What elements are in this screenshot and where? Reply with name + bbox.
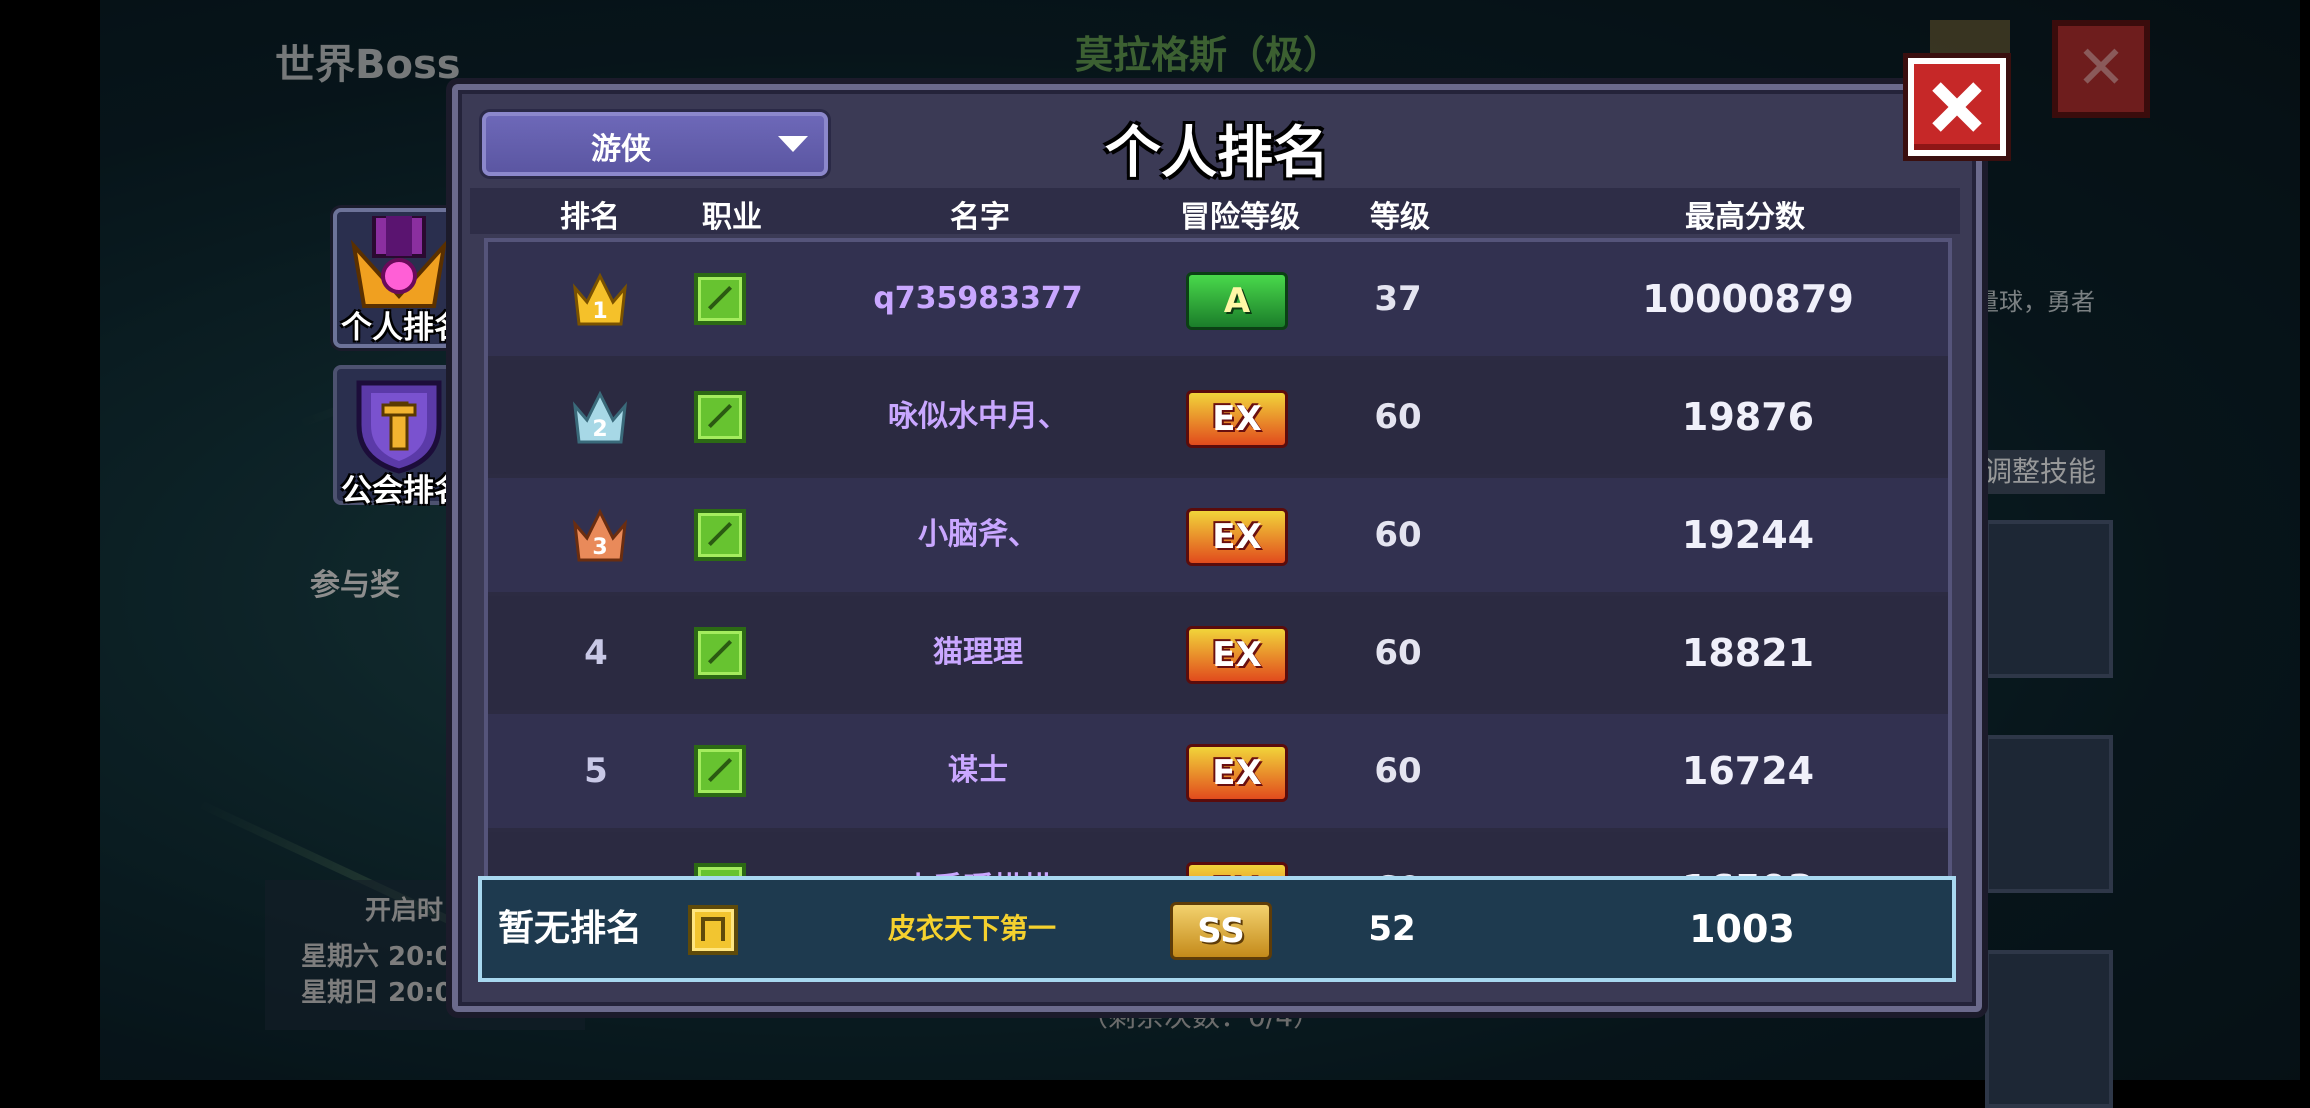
my-level: 52 bbox=[1368, 909, 1416, 949]
player-rank: 5 bbox=[584, 751, 608, 791]
table-row[interactable]: 2 咏似水中月、 EX 60 19876 bbox=[488, 360, 1948, 474]
player-score: 19244 bbox=[1681, 513, 1815, 557]
guild-shield-icon bbox=[356, 380, 442, 474]
crown-number: 2 bbox=[592, 417, 607, 442]
my-score: 1003 bbox=[1689, 907, 1795, 951]
medal-icon bbox=[350, 216, 448, 308]
open-time-sat: 星期六 20:0 bbox=[301, 942, 453, 972]
player-level: 60 bbox=[1374, 397, 1422, 437]
player-name: 咏似水中月、 bbox=[888, 399, 1068, 434]
table-header: 排名 职业 名字 冒险等级 等级 最高分数 bbox=[470, 188, 1960, 235]
silver-crown-icon: 2 bbox=[572, 390, 628, 444]
my-name: 皮衣天下第一 bbox=[887, 912, 1056, 945]
gold-crown-icon: 1 bbox=[572, 272, 628, 326]
tab-personal-ranking[interactable]: 个人排名 bbox=[333, 208, 465, 348]
table-row[interactable]: 1 q735983377 A 37 10000879 bbox=[488, 242, 1948, 356]
participate-reward-label: 参与奖 bbox=[310, 568, 400, 603]
player-level: 60 bbox=[1374, 751, 1422, 791]
skill-slot-icon bbox=[1985, 950, 2113, 1108]
background-close-icon: ✕ bbox=[2052, 20, 2150, 118]
boss-name: 莫拉格斯（极） bbox=[1075, 33, 1342, 77]
player-score: 10000879 bbox=[1642, 277, 1854, 321]
header-class: 职业 bbox=[702, 200, 762, 235]
player-rank: 4 bbox=[584, 633, 608, 673]
ranger-icon bbox=[694, 509, 746, 561]
skill-slot-icon bbox=[1985, 735, 2113, 893]
world-boss-title: 世界Boss bbox=[275, 42, 461, 88]
adventure-rank-badge: EX bbox=[1186, 508, 1288, 566]
player-name: q735983377 bbox=[873, 281, 1083, 316]
ranger-icon bbox=[694, 391, 746, 443]
player-score: 18821 bbox=[1681, 631, 1815, 675]
player-name: 谋士 bbox=[948, 753, 1008, 788]
player-name: 猫理理 bbox=[933, 635, 1023, 670]
adventure-rank-badge: EX bbox=[1186, 390, 1288, 448]
player-level: 37 bbox=[1374, 279, 1422, 319]
ranger-icon bbox=[694, 273, 746, 325]
open-time-label: 开启时 bbox=[365, 896, 444, 926]
table-row[interactable]: 4 猫理理 EX 60 18821 bbox=[488, 596, 1948, 710]
player-score: 19876 bbox=[1681, 395, 1815, 439]
close-button[interactable] bbox=[1908, 58, 2006, 156]
crown-number: 1 bbox=[592, 299, 607, 324]
player-score: 16724 bbox=[1681, 749, 1815, 793]
adjust-skill-button: 调整技能 bbox=[1975, 450, 2105, 494]
skill-slot-icon bbox=[1985, 520, 2113, 678]
ranger-icon bbox=[694, 745, 746, 797]
bronze-crown-icon: 3 bbox=[572, 508, 628, 562]
crown-number: 3 bbox=[592, 535, 607, 560]
page-title: 个人排名 bbox=[1105, 121, 1329, 186]
guardian-icon bbox=[688, 905, 738, 955]
header-high-score: 最高分数 bbox=[1685, 200, 1805, 235]
my-adventure-rank-badge: SS bbox=[1170, 902, 1272, 960]
side-description: 量球，勇者 bbox=[1975, 288, 2095, 316]
ranking-panel: 游侠 个人排名 排名 职业 名字 冒险等级 等级 最高分数 1 q7359833… bbox=[452, 84, 1982, 1012]
adventure-rank-badge: EX bbox=[1186, 626, 1288, 684]
open-time-sun: 星期日 20:0 bbox=[301, 978, 453, 1008]
header-name: 名字 bbox=[950, 200, 1010, 235]
player-level: 60 bbox=[1374, 633, 1422, 673]
my-rank: 暂无排名 bbox=[497, 908, 642, 949]
player-name: 小脑斧、 bbox=[918, 517, 1038, 552]
header-rank: 排名 bbox=[560, 200, 620, 235]
adventure-rank-badge: EX bbox=[1186, 744, 1288, 802]
ranking-list[interactable]: 1 q735983377 A 37 10000879 2 咏似水中月、 EX 6… bbox=[484, 238, 1952, 886]
ranger-icon bbox=[694, 627, 746, 679]
adventure-rank-badge: A bbox=[1186, 272, 1288, 330]
table-row[interactable]: 3 小脑斧、 EX 60 19244 bbox=[488, 478, 1948, 592]
player-level: 60 bbox=[1374, 515, 1422, 555]
my-ranking-row: 暂无排名 皮衣天下第一 SS 52 1003 bbox=[478, 876, 1956, 982]
header-adventure-level: 冒险等级 bbox=[1180, 200, 1300, 235]
tab-guild-ranking[interactable]: 公会排名 bbox=[333, 365, 465, 509]
header-level: 等级 bbox=[1370, 200, 1430, 235]
table-row[interactable]: 5 谋士 EX 60 16724 bbox=[488, 714, 1948, 828]
